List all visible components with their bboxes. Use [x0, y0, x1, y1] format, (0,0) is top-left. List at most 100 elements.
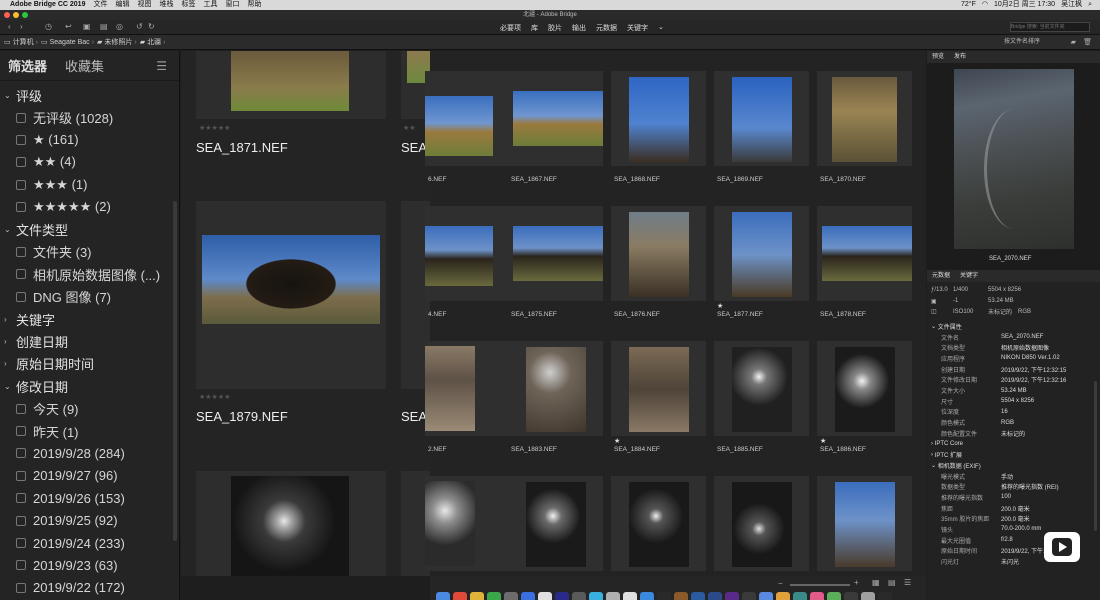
dock-app-icon[interactable] [827, 592, 841, 600]
filter-item[interactable]: 2019/9/28 (284) [0, 442, 179, 464]
section-file-properties[interactable]: ⌄ 文件属性 [931, 321, 1096, 332]
thumbnail-filename[interactable]: SEA_1877.NEF [717, 311, 763, 318]
rating-stars[interactable]: ★★★★★ [199, 124, 230, 132]
metadata-scrollbar[interactable] [1094, 381, 1097, 531]
thumbnail-cell[interactable] [611, 71, 706, 166]
filter-checkbox[interactable] [16, 112, 26, 123]
dock-app-icon[interactable] [844, 592, 858, 600]
menu-app-name[interactable]: Adobe Bridge CC 2019 [10, 0, 85, 10]
thumbnail-cell[interactable] [425, 341, 520, 436]
menu-window[interactable]: 窗口 [225, 0, 239, 10]
thumbnail-cell[interactable] [508, 71, 603, 166]
thumbnail-filename[interactable]: SEA_1869.NEF [717, 176, 763, 183]
menu-tools[interactable]: 工具 [203, 0, 217, 10]
filter-checkbox[interactable] [16, 291, 26, 302]
dock-app-icon[interactable] [759, 592, 773, 600]
chevron-right-icon[interactable]: › [4, 315, 14, 324]
filter-checkbox[interactable] [16, 448, 26, 459]
filter-scrollbar[interactable] [173, 201, 177, 541]
thumbnail-filename[interactable]: SEA_1871.NEF [196, 140, 288, 155]
delete-icon[interactable]: 🗑 [1083, 35, 1092, 50]
breadcrumb-current[interactable]: 北疆 [147, 35, 161, 50]
dock-app-icon[interactable] [504, 592, 518, 600]
filter-checkbox[interactable] [16, 269, 26, 280]
chevron-down-icon[interactable]: ⌄ [4, 225, 14, 234]
rotate-left-icon[interactable]: ↺ [136, 22, 143, 31]
user-name[interactable]: 吴江枫 [1061, 0, 1082, 10]
filter-group[interactable]: ⌄ 修改日期 [0, 375, 179, 397]
thumbnail-cell[interactable] [714, 341, 809, 436]
tab-preview[interactable]: 预览 [932, 51, 944, 63]
filter-item[interactable]: ★★★★★ (2) [0, 196, 179, 218]
dock-app-icon[interactable] [538, 592, 552, 600]
thumbnail-filename[interactable]: SEA_1878.NEF [820, 311, 866, 318]
thumbnail-filename[interactable]: 2.NEF [428, 446, 446, 453]
chevron-down-icon[interactable]: ⌄ [4, 91, 14, 100]
recent-files-icon[interactable]: ◷ [45, 22, 52, 31]
filter-item[interactable]: 2019/9/25 (92) [0, 509, 179, 531]
filter-item[interactable]: 昨天 (1) [0, 420, 179, 442]
filter-checkbox[interactable] [16, 493, 26, 504]
filter-checkbox[interactable] [16, 538, 26, 548]
thumbnail-cell[interactable] [611, 341, 706, 436]
filter-item[interactable]: ★ (161) [0, 129, 179, 151]
thumbnail-filename[interactable]: SEA_1868.NEF [614, 176, 660, 183]
workspace-filmstrip[interactable]: 胶片 [548, 23, 562, 33]
menu-help[interactable]: 帮助 [247, 0, 261, 10]
forward-icon[interactable]: › [20, 22, 23, 31]
filter-item[interactable]: ★★★ (1) [0, 174, 179, 196]
filter-checkbox[interactable] [16, 157, 26, 168]
dock-app-icon[interactable] [521, 592, 535, 600]
workspace-output[interactable]: 输出 [572, 23, 586, 33]
filter-item[interactable]: 2019/9/26 (153) [0, 487, 179, 509]
tab-publish[interactable]: 发布 [954, 51, 966, 63]
filter-item[interactable]: 无评级 (1028) [0, 106, 179, 128]
close-window-button[interactable] [4, 12, 10, 18]
filter-checkbox[interactable] [16, 560, 26, 571]
thumbnail-cell[interactable] [817, 206, 912, 301]
thumbnail-cell[interactable] [817, 71, 912, 166]
rating-star[interactable]: ★ [717, 302, 723, 310]
filter-checkbox[interactable] [16, 179, 26, 190]
workspace-keywords[interactable]: 关键字 [627, 23, 648, 33]
dock-app-icon[interactable] [810, 592, 824, 600]
thumbnail-cell[interactable] [508, 476, 603, 571]
filter-group[interactable]: › 原始日期时间 [0, 353, 179, 375]
zoom-out-icon[interactable]: − [778, 579, 783, 588]
filter-item[interactable]: 2019/9/23 (63) [0, 554, 179, 576]
breadcrumb-folder[interactable]: 未修照片 [104, 35, 132, 50]
thumbnail-filename[interactable]: SEA_1883.NEF [511, 446, 557, 453]
thumbnail-large[interactable] [196, 471, 386, 576]
thumbnail-cell[interactable] [817, 476, 912, 571]
filter-group[interactable]: › 关键字 [0, 308, 179, 330]
workspace-more-icon[interactable]: ⌄ [658, 23, 664, 33]
filter-checkbox[interactable] [16, 582, 26, 593]
thumbnail-cell[interactable] [714, 476, 809, 571]
dock-app-icon[interactable] [742, 592, 756, 600]
rotate-right-icon[interactable]: ↻ [148, 22, 155, 31]
thumbnail-cell[interactable] [425, 71, 520, 166]
chevron-down-icon[interactable]: ⌄ [4, 382, 14, 391]
grid-view-icon[interactable]: ▦ [872, 578, 880, 587]
tab-keywords[interactable]: 关键字 [960, 270, 978, 282]
thumbnail-large[interactable] [196, 201, 386, 389]
menu-file[interactable]: 文件 [93, 0, 107, 10]
menu-view[interactable]: 视图 [137, 0, 151, 10]
preview-image[interactable] [954, 69, 1074, 249]
list-view-icon[interactable]: ☰ [904, 578, 911, 587]
weather-status[interactable]: 72°F [961, 0, 976, 10]
rating-star[interactable]: ★ [614, 437, 620, 445]
search-icon[interactable]: ⌕ [1088, 0, 1092, 10]
dock-app-icon[interactable] [589, 592, 603, 600]
clock-status[interactable]: 10月2日 周三 17:30 [994, 0, 1055, 10]
filter-item[interactable]: ★★ (4) [0, 151, 179, 173]
thumbnail-filename[interactable]: SEA_1876.NEF [614, 311, 660, 318]
thumbnail-filename[interactable]: SEA_1870.NEF [820, 176, 866, 183]
dock-app-icon[interactable] [555, 592, 569, 600]
section-exif[interactable]: ⌄ 相机数据 (EXIF) [931, 460, 1096, 471]
dock-app-icon[interactable] [691, 592, 705, 600]
thumbnail-filename[interactable]: 6.NEF [428, 176, 446, 183]
section-iptc-ext[interactable]: › IPTC 扩展 [931, 449, 1096, 460]
dock-app-icon[interactable] [606, 592, 620, 600]
filter-checkbox[interactable] [16, 515, 26, 526]
